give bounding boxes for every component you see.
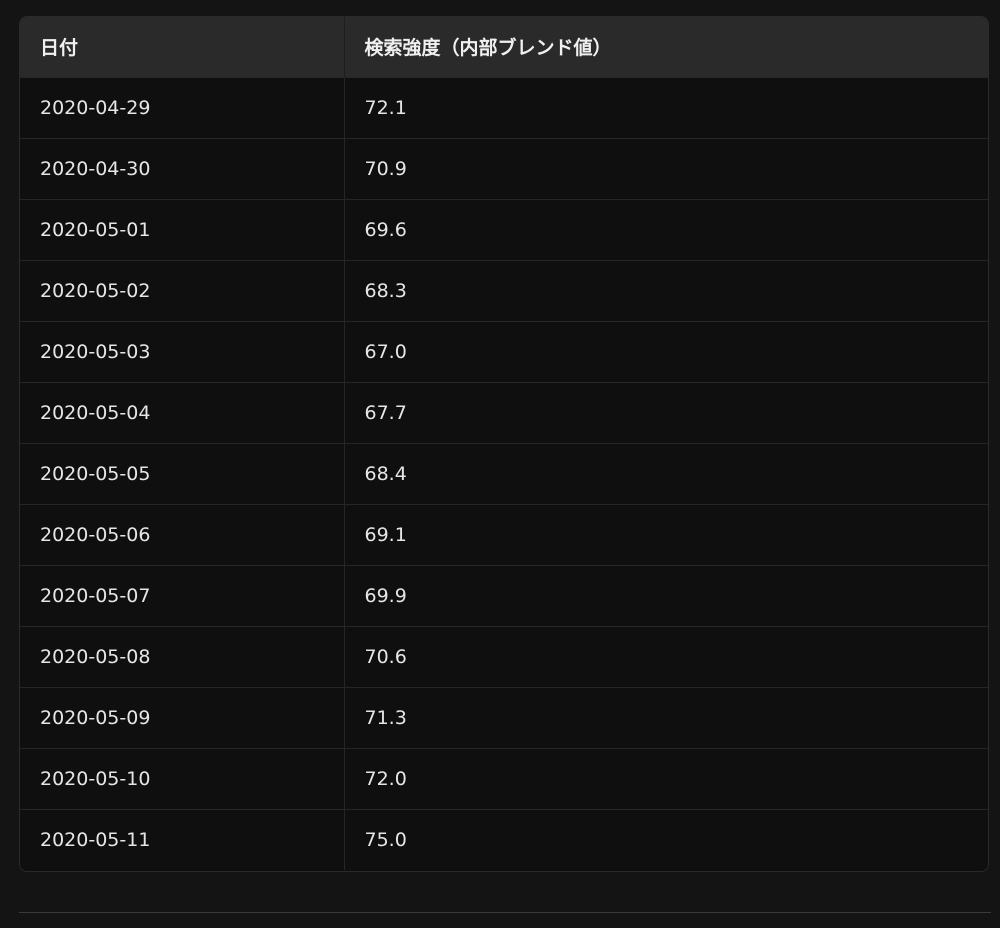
table-row: 2020-04-29 72.1 bbox=[20, 77, 988, 138]
table-row: 2020-05-04 67.7 bbox=[20, 382, 988, 443]
cell-date: 2020-05-04 bbox=[20, 382, 345, 443]
data-table-container: 日付 検索強度（内部ブレンド値） 2020-04-29 72.1 2020-04-3… bbox=[19, 16, 989, 872]
cell-date: 2020-05-03 bbox=[20, 321, 345, 382]
cell-search-intensity: 68.3 bbox=[364, 279, 407, 302]
cell-date: 2020-05-02 bbox=[20, 260, 345, 321]
table-header: 日付 検索強度（内部ブレンド値） bbox=[20, 17, 988, 77]
header-row: 日付 検索強度（内部ブレンド値） bbox=[20, 17, 988, 77]
cell-date: 2020-05-08 bbox=[20, 626, 345, 687]
cell-date: 2020-05-09 bbox=[20, 687, 345, 748]
table-row: 2020-05-02 68.3 bbox=[20, 260, 988, 321]
cell-search-intensity: 72.1 bbox=[364, 96, 407, 119]
cell-date: 2020-05-05 bbox=[20, 443, 345, 504]
cell-date: 2020-05-01 bbox=[20, 199, 345, 260]
page: 日付 検索強度（内部ブレンド値） 2020-04-29 72.1 2020-04-3… bbox=[0, 0, 1000, 928]
cell-search-intensity: 72.0 bbox=[364, 767, 407, 790]
table-row: 2020-05-05 68.4 bbox=[20, 443, 988, 504]
cell-search-intensity: 67.7 bbox=[364, 401, 407, 424]
cell-search-intensity: 70.6 bbox=[364, 645, 407, 668]
data-table: 日付 検索強度（内部ブレンド値） 2020-04-29 72.1 2020-04-3… bbox=[20, 17, 988, 870]
table-row: 2020-05-03 67.0 bbox=[20, 321, 988, 382]
cell-search-intensity: 69.1 bbox=[364, 523, 407, 546]
cell-search-intensity: 71.3 bbox=[364, 706, 407, 729]
cell-date: 2020-05-10 bbox=[20, 748, 345, 809]
column-header-search-intensity[interactable]: 検索強度（内部ブレンド値） bbox=[344, 17, 988, 77]
cell-search-intensity: 70.9 bbox=[364, 157, 407, 180]
cell-date: 2020-05-06 bbox=[20, 504, 345, 565]
table-row: 2020-05-10 72.0 bbox=[20, 748, 988, 809]
cell-date: 2020-04-29 bbox=[20, 77, 345, 138]
table-row: 2020-05-01 69.6 bbox=[20, 199, 988, 260]
cell-date: 2020-05-11 bbox=[20, 809, 345, 870]
table-row: 2020-05-11 75.0 bbox=[20, 809, 988, 870]
table-body: 2020-04-29 72.1 2020-04-30 70.9 2020-05-01 69… bbox=[20, 77, 988, 870]
table-row: 2020-05-08 70.6 bbox=[20, 626, 988, 687]
table-row: 2020-05-09 71.3 bbox=[20, 687, 988, 748]
column-header-date[interactable]: 日付 bbox=[20, 17, 345, 77]
cell-date: 2020-04-30 bbox=[20, 138, 345, 199]
cell-search-intensity: 75.0 bbox=[364, 828, 407, 851]
table-row: 2020-05-07 69.9 bbox=[20, 565, 988, 626]
cell-search-intensity: 69.6 bbox=[364, 218, 407, 241]
table-row: 2020-04-30 70.9 bbox=[20, 138, 988, 199]
cell-date: 2020-05-07 bbox=[20, 565, 345, 626]
bottom-divider bbox=[19, 912, 991, 913]
cell-search-intensity: 68.4 bbox=[364, 462, 407, 485]
cell-search-intensity: 67.0 bbox=[364, 340, 407, 363]
cell-search-intensity: 69.9 bbox=[364, 584, 407, 607]
table-row: 2020-05-06 69.1 bbox=[20, 504, 988, 565]
